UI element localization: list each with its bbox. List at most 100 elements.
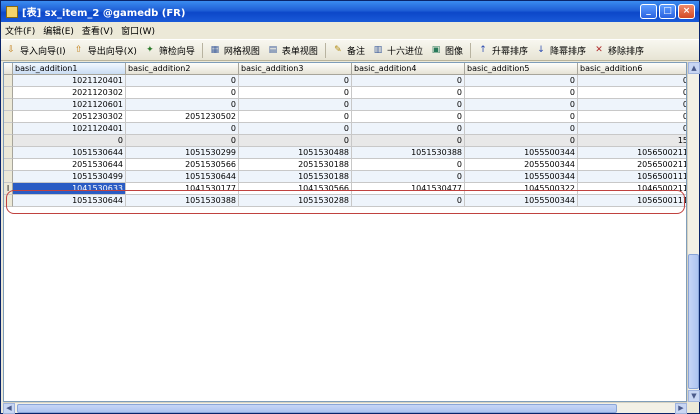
grid-cell[interactable]: 2051530644 <box>13 159 126 171</box>
table-row[interactable]: 102112060100000 <box>4 99 686 111</box>
grid-cell[interactable]: 0 <box>239 75 352 87</box>
grid-cell[interactable]: 0 <box>126 123 239 135</box>
toolbar-button-image[interactable]: ▣ 图像 <box>430 44 463 57</box>
column-header-basic-addition2[interactable]: basic_addition2 <box>126 63 239 75</box>
data-grid[interactable]: basic_addition1 basic_addition2 basic_addi… <box>3 62 687 402</box>
row-indicator[interactable] <box>4 135 13 147</box>
grid-cell[interactable]: 1051530388 <box>126 195 239 207</box>
toolbar-button-import[interactable]: ⇩ 导入向导(I) <box>5 44 65 57</box>
grid-cell[interactable]: 0 <box>578 111 686 123</box>
table-row[interactable]: 1051530644 1051530388 1051530288 0 105550034… <box>4 195 686 207</box>
maximize-button[interactable]: □ <box>659 4 676 19</box>
menu-item-0[interactable]: 文件(F) <box>5 24 35 37</box>
grid-cell[interactable]: 0 <box>352 159 465 171</box>
grid-cell[interactable]: 1045500322 <box>465 183 578 195</box>
minimize-button[interactable]: _ <box>640 4 657 19</box>
toolbar-button-form-view[interactable]: ▤ 表单视图 <box>267 44 318 57</box>
grid-cell[interactable]: 2056500211 <box>578 159 686 171</box>
column-header-basic-addition6[interactable]: basic_addition6 <box>578 63 686 75</box>
grid-cell[interactable]: 2051230502 <box>126 111 239 123</box>
scroll-up-icon[interactable]: ▲ <box>688 62 700 74</box>
grid-cell[interactable]: 0 <box>352 87 465 99</box>
grid-cell[interactable]: 0 <box>239 123 352 135</box>
row-indicator[interactable] <box>4 111 13 123</box>
horizontal-scrollbar[interactable]: ◀ ▶ <box>3 402 687 414</box>
grid-cell[interactable]: 1051530188 <box>239 171 352 183</box>
grid-cell[interactable]: 0 <box>465 99 578 111</box>
grid-cell[interactable]: 2051530188 <box>239 159 352 171</box>
grid-cell[interactable]: 0 <box>352 171 465 183</box>
grid-cell[interactable]: 1055500344 <box>465 195 578 207</box>
grid-cell[interactable]: 0 <box>352 99 465 111</box>
scroll-left-icon[interactable]: ◀ <box>3 403 15 414</box>
grid-cell[interactable]: 0 <box>126 135 239 147</box>
grid-cell[interactable]: 1041530633 <box>13 183 126 195</box>
toolbar-button-sort-desc[interactable]: ↓ 降幂排序 <box>535 44 586 57</box>
grid-cell[interactable]: 0 <box>13 135 126 147</box>
table-row[interactable]: 102112040100000 <box>4 75 686 87</box>
grid-cell[interactable]: 0 <box>465 123 578 135</box>
vertical-scrollbar[interactable]: ▲ ▼ <box>687 62 700 402</box>
grid-cell[interactable]: 0 <box>239 99 352 111</box>
scroll-down-icon[interactable]: ▼ <box>688 390 700 402</box>
table-row[interactable]: I 1041530633 1041530177 1041530566 104153047… <box>4 183 686 195</box>
grid-cell[interactable]: 0 <box>578 75 686 87</box>
row-indicator[interactable] <box>4 87 13 99</box>
grid-cell[interactable]: 2055500344 <box>465 159 578 171</box>
menu-item-3[interactable]: 窗口(W) <box>121 24 155 37</box>
grid-cell[interactable]: 0 <box>352 135 465 147</box>
grid-cell[interactable]: 1021120601 <box>13 99 126 111</box>
grid-cell[interactable]: 0 <box>465 87 578 99</box>
grid-cell[interactable]: 1021120401 <box>13 75 126 87</box>
grid-cell[interactable]: 0 <box>578 99 686 111</box>
grid-cell[interactable]: 0 <box>465 75 578 87</box>
grid-cell[interactable]: 0 <box>239 87 352 99</box>
close-button[interactable]: × <box>678 4 695 19</box>
toolbar-button-filter[interactable]: ✦ 筛检向导 <box>144 44 195 57</box>
grid-cell[interactable]: 0 <box>239 111 352 123</box>
row-indicator[interactable] <box>4 159 13 171</box>
column-header-basic-addition4[interactable]: basic_addition4 <box>352 63 465 75</box>
grid-cell[interactable]: 0 <box>352 75 465 87</box>
vertical-scroll-thumb[interactable] <box>688 254 699 389</box>
grid-cell[interactable]: 1051530288 <box>239 195 352 207</box>
row-indicator[interactable] <box>4 75 13 87</box>
grid-cell[interactable]: 1041530566 <box>239 183 352 195</box>
grid-cell[interactable]: 2021120302 <box>13 87 126 99</box>
toolbar-button-sort-asc[interactable]: ↑ 升幂排序 <box>477 44 528 57</box>
grid-cell[interactable]: 1051530299 <box>126 147 239 159</box>
row-indicator[interactable] <box>4 147 13 159</box>
grid-cell[interactable]: 0 <box>578 87 686 99</box>
title-bar[interactable]: [表] sx_item_2 @gamedb (FR) _ □ × <box>1 1 699 22</box>
grid-cell[interactable]: 0 <box>126 75 239 87</box>
grid-cell[interactable]: 1021120401 <box>13 123 126 135</box>
row-indicator[interactable] <box>4 195 13 207</box>
toolbar-button-export[interactable]: ⇧ 导出向导(X) <box>73 44 137 57</box>
toolbar-button-hex[interactable]: ▥ 十六进位 <box>372 44 423 57</box>
table-row[interactable]: 0 0 0 0 0 15 <box>4 135 686 147</box>
row-indicator[interactable] <box>4 171 13 183</box>
table-row[interactable]: 1051530499 1051530644 1051530188 0 105550034… <box>4 171 686 183</box>
toolbar-button-grid-view[interactable]: ▦ 网格视图 <box>209 44 260 57</box>
grid-cell[interactable]: 1051530644 <box>126 171 239 183</box>
menu-item-2[interactable]: 查看(V) <box>82 24 113 37</box>
row-indicator[interactable] <box>4 123 13 135</box>
row-indicator[interactable] <box>4 99 13 111</box>
scroll-right-icon[interactable]: ▶ <box>675 403 687 414</box>
grid-cell[interactable]: 1051530499 <box>13 171 126 183</box>
menu-item-1[interactable]: 编辑(E) <box>43 24 74 37</box>
grid-cell[interactable]: 0 <box>352 111 465 123</box>
grid-cell[interactable]: 0 <box>465 111 578 123</box>
grid-cell[interactable]: 0 <box>465 135 578 147</box>
grid-cell[interactable]: 2051230302 <box>13 111 126 123</box>
table-row[interactable]: 202112030200000 <box>4 87 686 99</box>
toolbar-button-memo[interactable]: ✎ 备注 <box>332 44 365 57</box>
grid-cell[interactable]: 1051530644 <box>13 195 126 207</box>
grid-cell[interactable]: 1055500344 <box>465 147 578 159</box>
grid-cell[interactable]: 1046500211 <box>578 183 686 195</box>
grid-cell[interactable]: 0 <box>352 195 465 207</box>
row-indicator[interactable]: I <box>4 183 13 195</box>
grid-cell[interactable]: 1041530177 <box>126 183 239 195</box>
grid-cell[interactable]: 1056500211 <box>578 147 686 159</box>
column-header-basic-addition5[interactable]: basic_addition5 <box>465 63 578 75</box>
